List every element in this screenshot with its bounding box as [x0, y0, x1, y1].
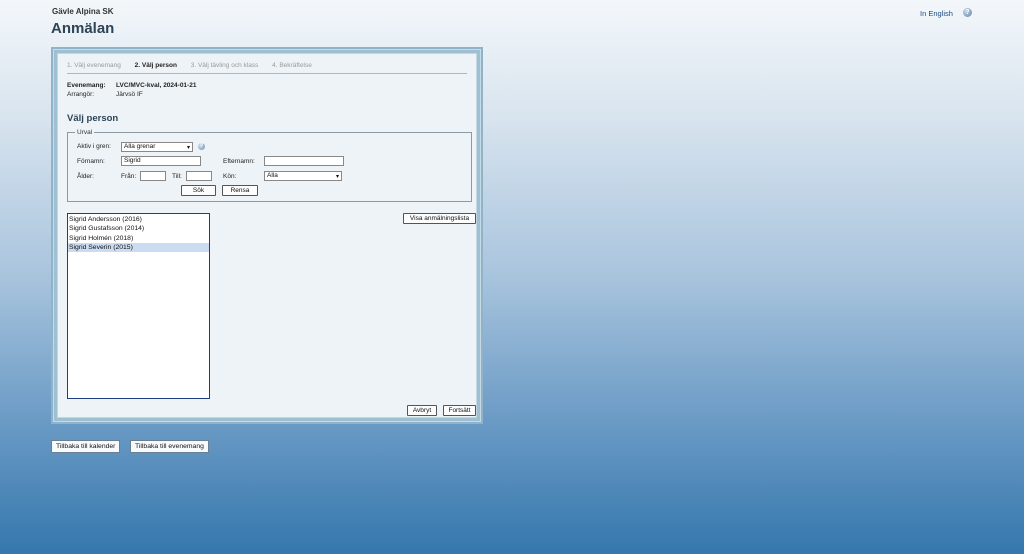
- age-to-input[interactable]: [186, 171, 212, 181]
- clear-button[interactable]: Rensa: [222, 185, 258, 196]
- to-label: Till:: [172, 173, 182, 180]
- step-divider: [67, 73, 467, 74]
- person-listbox[interactable]: Sigrid Andersson (2016) Sigrid Gustafsso…: [67, 213, 210, 399]
- english-link[interactable]: In English: [920, 9, 953, 18]
- branch-select-value: Alla grenar: [124, 143, 156, 150]
- gender-label: Kön:: [223, 173, 237, 180]
- registration-frame: 1. Välj evenemang 2. Välj person 3. Välj…: [51, 47, 483, 424]
- step-1: 1. Välj evenemang: [67, 62, 121, 69]
- step-indicator: 1. Välj evenemang 2. Välj person 3. Välj…: [67, 62, 324, 69]
- from-label: Från:: [121, 173, 137, 180]
- event-label: Evenemang:: [67, 82, 106, 89]
- page-title: Anmälan: [51, 20, 115, 37]
- organizer-value: Järvsö IF: [116, 91, 143, 98]
- help-icon[interactable]: ?: [198, 143, 205, 150]
- step-2: 2. Välj person: [134, 62, 177, 69]
- firstname-label: Förnamn:: [77, 158, 105, 165]
- chevron-down-icon: ▾: [335, 174, 339, 180]
- help-icon[interactable]: ?: [963, 8, 972, 17]
- age-label: Ålder:: [77, 173, 94, 180]
- event-info: Evenemang: LVC/MVC-kval, 2024-01-21: [67, 82, 196, 89]
- step-3: 3. Välj tävling och klass: [190, 62, 259, 69]
- registration-panel: 1. Välj evenemang 2. Välj person 3. Välj…: [57, 53, 477, 418]
- gender-select-value: Alla: [267, 172, 278, 179]
- list-item[interactable]: Sigrid Holmén (2018): [68, 234, 209, 243]
- organizer-label: Arrangör:: [67, 91, 95, 98]
- firstname-input[interactable]: Sigrid: [121, 156, 201, 166]
- branch-label: Aktiv i gren:: [77, 143, 111, 150]
- filter-legend: Urval: [77, 129, 93, 136]
- show-registration-list-button[interactable]: Visa anmälningslista: [403, 213, 476, 224]
- section-title: Välj person: [67, 113, 119, 124]
- club-name: Gävle Alpina SK: [52, 7, 114, 16]
- continue-button[interactable]: Fortsätt: [443, 405, 476, 416]
- branch-select[interactable]: Alla grenar ▾: [121, 142, 193, 152]
- event-value: LVC/MVC-kval, 2024-01-21: [116, 82, 197, 89]
- list-item-selected[interactable]: Sigrid Severin (2015): [68, 242, 209, 253]
- chevron-down-icon: ▾: [186, 145, 190, 151]
- list-item[interactable]: Sigrid Gustafsson (2014): [68, 224, 209, 233]
- organizer-info: Arrangör: Järvsö IF: [67, 91, 143, 98]
- back-to-events-button[interactable]: Tillbaka till evenemang: [130, 440, 209, 453]
- search-button[interactable]: Sök: [181, 185, 216, 196]
- cancel-button[interactable]: Avbryt: [407, 405, 437, 416]
- lastname-input[interactable]: [264, 156, 344, 166]
- step-4: 4. Bekräftelse: [272, 62, 312, 69]
- back-to-calendar-button[interactable]: Tillbaka till kalender: [51, 440, 121, 453]
- lastname-label: Efternamn:: [223, 158, 255, 165]
- gender-select[interactable]: Alla ▾: [264, 171, 342, 181]
- list-item[interactable]: Sigrid Andersson (2016): [68, 215, 209, 224]
- age-from-input[interactable]: [140, 171, 166, 181]
